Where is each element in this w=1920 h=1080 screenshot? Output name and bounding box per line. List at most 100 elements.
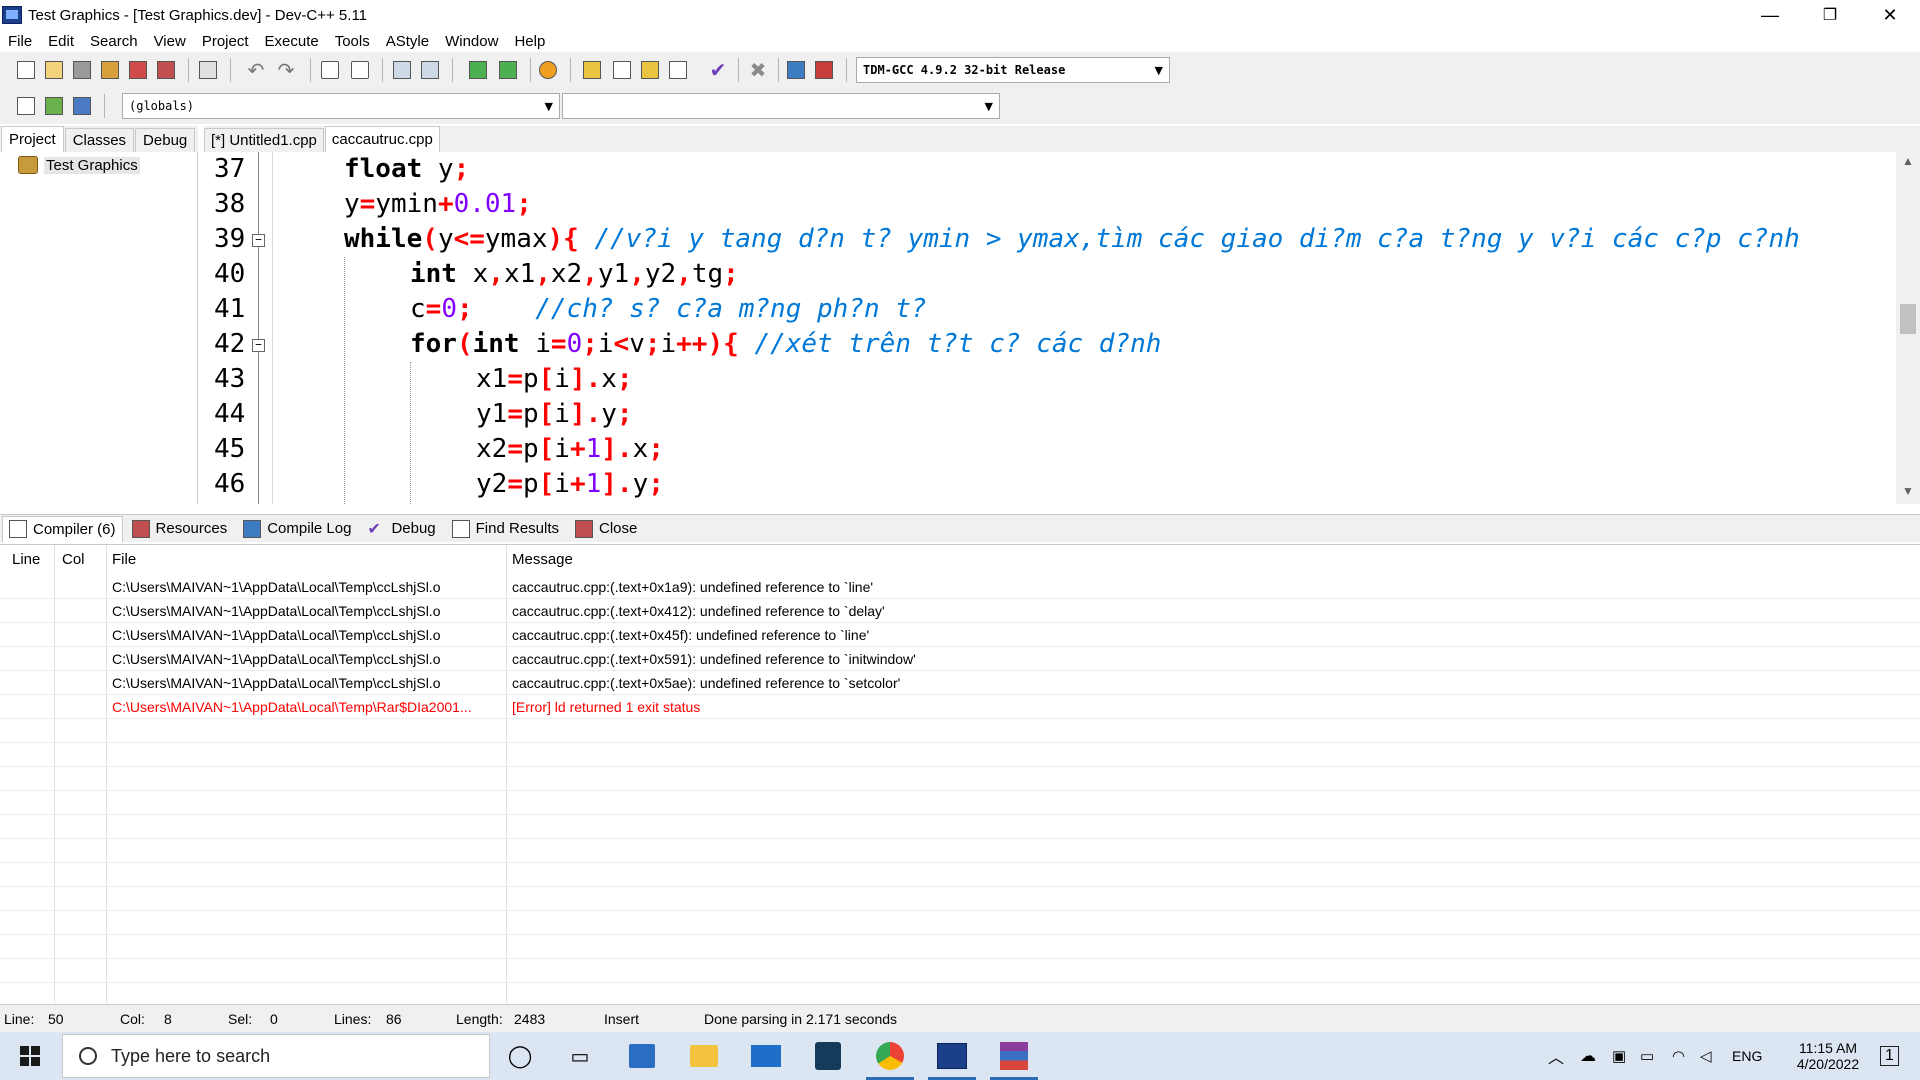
mail-icon[interactable] xyxy=(748,1038,784,1074)
replace-icon[interactable] xyxy=(348,58,372,82)
tab-debug-output[interactable]: ✔ Debug xyxy=(360,516,442,542)
tab-resources[interactable]: Resources xyxy=(125,516,235,542)
file-explorer-icon[interactable] xyxy=(686,1038,722,1074)
table-row[interactable]: C:\Users\MAIVAN~1\AppData\Local\Temp\ccL… xyxy=(0,647,1920,671)
menu-file[interactable]: File xyxy=(0,33,40,50)
header-line[interactable]: Line xyxy=(12,545,40,575)
tab-compiler[interactable]: Compiler (6) xyxy=(2,515,123,542)
table-row-empty xyxy=(0,767,1920,791)
tab-compile-log[interactable]: Compile Log xyxy=(236,516,358,542)
volume-icon[interactable]: ◁ xyxy=(1700,1032,1712,1080)
table-row-empty xyxy=(0,815,1920,839)
restore-button[interactable]: ❐ xyxy=(1800,0,1860,30)
syntax-check-icon[interactable]: ✔ xyxy=(706,58,730,82)
app-icon[interactable] xyxy=(810,1038,846,1074)
fold-collapse-icon[interactable]: − xyxy=(252,339,265,352)
tab-caccautruc[interactable]: caccautruc.cpp xyxy=(324,126,440,152)
run-icon[interactable] xyxy=(610,58,634,82)
compile-run-icon[interactable] xyxy=(638,58,662,82)
scroll-down-icon[interactable]: ▼ xyxy=(1896,484,1920,502)
minimize-button[interactable]: — xyxy=(1740,0,1800,30)
stop-execution-icon[interactable]: ✖ xyxy=(746,58,770,82)
close-all-button[interactable] xyxy=(154,58,178,82)
language-indicator[interactable]: ENG xyxy=(1732,1032,1762,1080)
show-hidden-icons-chevron-icon[interactable]: ︿ xyxy=(1548,1032,1564,1080)
scope-select[interactable]: (globals) ▼ xyxy=(122,93,560,119)
taskbar-search-box[interactable]: Type here to search xyxy=(62,1034,490,1078)
notification-center-icon[interactable]: 1 xyxy=(1880,1032,1899,1080)
project-options-icon[interactable] xyxy=(536,58,560,82)
tab-find-results[interactable]: Find Results xyxy=(445,516,566,542)
task-view-icon[interactable]: ▭ xyxy=(562,1038,598,1074)
table-row[interactable]: C:\Users\MAIVAN~1\AppData\Local\Temp\ccL… xyxy=(0,599,1920,623)
scroll-up-icon[interactable]: ▲ xyxy=(1896,154,1920,172)
winrar-icon[interactable] xyxy=(990,1038,1038,1080)
menu-bar: File Edit Search View Project Execute To… xyxy=(0,30,1920,52)
print-button[interactable] xyxy=(196,58,220,82)
bookmark-icon[interactable] xyxy=(70,94,94,118)
menu-astyle[interactable]: AStyle xyxy=(378,33,437,50)
menu-window[interactable]: Window xyxy=(437,33,506,50)
tab-project[interactable]: Project xyxy=(1,126,64,152)
indent-icon[interactable] xyxy=(390,58,414,82)
function-select[interactable]: ▼ xyxy=(562,93,1000,119)
table-row[interactable]: C:\Users\MAIVAN~1\AppData\Local\Temp\ccL… xyxy=(0,671,1920,695)
onedrive-cloud-icon[interactable]: ☁ xyxy=(1580,1032,1596,1080)
close-file-button[interactable] xyxy=(126,58,150,82)
menu-project[interactable]: Project xyxy=(194,33,257,50)
save-all-button[interactable] xyxy=(98,58,122,82)
devcpp-taskbar-icon[interactable] xyxy=(928,1038,976,1080)
tab-close[interactable]: Close xyxy=(568,516,644,542)
tab-classes[interactable]: Classes xyxy=(64,128,135,152)
header-message[interactable]: Message xyxy=(512,545,573,575)
fold-collapse-icon[interactable]: − xyxy=(252,234,265,247)
menu-execute[interactable]: Execute xyxy=(257,33,327,50)
store-icon[interactable] xyxy=(624,1038,660,1074)
add-to-project-icon[interactable] xyxy=(466,58,490,82)
redo-icon[interactable]: ↷ xyxy=(274,58,298,82)
compiler-select[interactable]: TDM-GCC 4.9.2 32-bit Release ▼ xyxy=(856,57,1170,83)
menu-edit[interactable]: Edit xyxy=(40,33,82,50)
cortana-icon[interactable]: ◯ xyxy=(502,1038,538,1074)
tab-compile-log-label: Compile Log xyxy=(267,520,352,537)
editor-scrollbar[interactable]: ▲ ▼ xyxy=(1896,152,1920,504)
header-col[interactable]: Col xyxy=(62,545,85,575)
open-file-button[interactable] xyxy=(42,58,66,82)
remove-from-project-icon[interactable] xyxy=(496,58,520,82)
new-file-button[interactable] xyxy=(14,58,38,82)
unindent-icon[interactable] xyxy=(418,58,442,82)
tab-untitled1[interactable]: [*] Untitled1.cpp xyxy=(204,128,324,152)
insert-code-icon[interactable] xyxy=(14,94,38,118)
code-line-39: while(y<=ymax){ //v?i y tang d?n t? ymin… xyxy=(344,224,1800,254)
code-line-37: float y; xyxy=(344,154,470,184)
line-number-gutter: 37 38 39 40 41 42 43 44 45 46 − − xyxy=(204,152,270,504)
table-row[interactable]: C:\Users\MAIVAN~1\AppData\Local\Temp\ccL… xyxy=(0,623,1920,647)
code-line-43: x1=p[i].x; xyxy=(476,364,633,394)
wifi-icon[interactable]: ◠ xyxy=(1672,1032,1685,1080)
header-file[interactable]: File xyxy=(112,545,136,575)
table-row[interactable]: C:\Users\MAIVAN~1\AppData\Local\Temp\ccL… xyxy=(0,575,1920,599)
goto-icon[interactable] xyxy=(42,94,66,118)
undo-icon[interactable]: ↶ xyxy=(244,58,268,82)
tree-item-project[interactable]: Test Graphics xyxy=(18,156,140,174)
menu-search[interactable]: Search xyxy=(82,33,146,50)
battery-icon[interactable]: ▭ xyxy=(1640,1032,1654,1080)
rebuild-all-icon[interactable] xyxy=(666,58,690,82)
table-row-error[interactable]: C:\Users\MAIVAN~1\AppData\Local\Temp\Rar… xyxy=(0,695,1920,719)
meet-now-icon[interactable]: ▣ xyxy=(1612,1032,1626,1080)
menu-help[interactable]: Help xyxy=(506,33,553,50)
close-button[interactable]: ✕ xyxy=(1860,0,1920,30)
menu-tools[interactable]: Tools xyxy=(327,33,378,50)
find-icon[interactable] xyxy=(318,58,342,82)
scrollbar-thumb[interactable] xyxy=(1900,304,1916,334)
profile-icon[interactable] xyxy=(784,58,808,82)
save-button[interactable] xyxy=(70,58,94,82)
code-editor[interactable]: 37 38 39 40 41 42 43 44 45 46 − − float … xyxy=(204,152,1896,504)
clock[interactable]: 11:15 AM 4/20/2022 xyxy=(1780,1032,1876,1080)
start-button[interactable] xyxy=(0,1032,60,1080)
chrome-icon[interactable] xyxy=(866,1038,914,1080)
tab-debug[interactable]: Debug xyxy=(135,128,196,152)
compile-icon[interactable] xyxy=(580,58,604,82)
delete-profile-icon[interactable] xyxy=(812,58,836,82)
menu-view[interactable]: View xyxy=(146,33,194,50)
